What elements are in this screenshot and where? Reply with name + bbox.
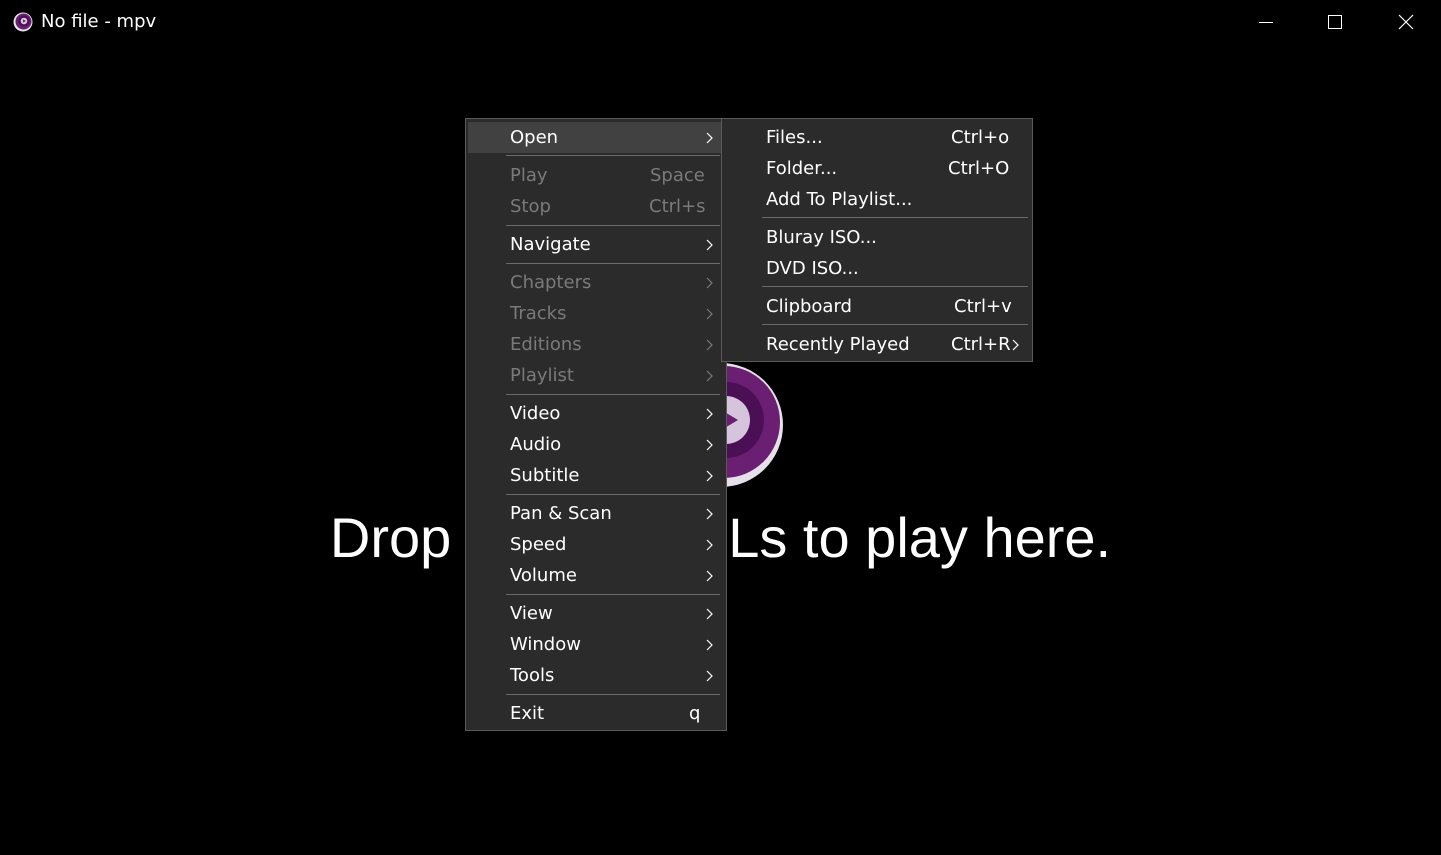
menu-item-label: Open [510,127,559,148]
menu-item-label: Bluray ISO... [766,227,877,248]
menu-item-tracks[interactable]: Tracks [468,298,722,329]
menu-item-label: Files... [766,127,823,148]
menu-item-label: Play [510,165,548,186]
menu-item-open[interactable]: Open [468,122,722,153]
menu-separator [506,594,720,595]
mpv-window: No file - mpv Drop files or URLs to play… [0,0,1441,855]
menu-item-play[interactable]: Play Space [468,160,722,191]
chevron-right-icon [706,370,713,382]
chevron-right-icon [706,570,713,582]
menu-item-view[interactable]: View [468,598,722,629]
chevron-right-icon [706,508,713,520]
chevron-right-icon [706,470,713,482]
menu-item-label: Tools [510,665,555,686]
maximize-icon [1328,15,1342,29]
chevron-right-icon [706,132,713,144]
menu-item-label: Playlist [510,365,574,386]
menu-separator [762,286,1028,287]
chevron-right-icon [706,308,713,320]
menu-item-dvd-iso[interactable]: DVD ISO... [724,253,1028,284]
window-title: No file - mpv [41,11,157,32]
menu-item-shortcut: Ctrl+R [951,334,1011,355]
menu-item-shortcut: Ctrl+o [951,127,1010,148]
menu-item-label: Folder... [766,158,838,179]
menu-item-tools[interactable]: Tools [468,660,722,691]
open-submenu: Files... Ctrl+o Folder... Ctrl+O Add To … [721,118,1033,362]
menu-item-clipboard[interactable]: Clipboard Ctrl+v [724,291,1028,322]
menu-item-playlist[interactable]: Playlist [468,360,722,391]
menu-item-label: Add To Playlist... [766,189,913,210]
menu-item-label: Pan & Scan [510,503,612,524]
menu-item-recently-played[interactable]: Recently Played Ctrl+R [724,329,1028,360]
menu-item-label: Tracks [510,303,567,324]
menu-item-window[interactable]: Window [468,629,722,660]
menu-item-shortcut: Ctrl+s [649,196,706,217]
close-icon [1398,14,1414,30]
chevron-right-icon [706,339,713,351]
chevron-right-icon [706,639,713,651]
menu-item-label: Exit [510,703,545,724]
maximize-button[interactable] [1300,0,1370,44]
menu-separator [506,155,720,156]
menu-item-subtitle[interactable]: Subtitle [468,460,722,491]
chevron-right-icon [706,539,713,551]
menu-item-label: Navigate [510,234,591,255]
menu-item-label: View [510,603,553,624]
menu-item-shortcut: q [689,703,701,724]
minimize-icon [1259,22,1273,23]
menu-item-folder[interactable]: Folder... Ctrl+O [724,153,1028,184]
menu-separator [506,225,720,226]
menu-item-label: Clipboard [766,296,852,317]
menu-item-editions[interactable]: Editions [468,329,722,360]
context-menu: Open Play Space Stop Ctrl+s Navigate Cha… [465,118,727,731]
title-bar[interactable]: No file - mpv [0,0,1441,44]
menu-item-label: Audio [510,434,562,455]
menu-item-add-to-playlist[interactable]: Add To Playlist... [724,184,1028,215]
chevron-right-icon [706,277,713,289]
menu-separator [506,694,720,695]
menu-item-exit[interactable]: Exit q [468,698,722,729]
menu-separator [762,324,1028,325]
menu-item-label: Recently Played [766,334,910,355]
mpv-logo-icon [13,12,33,32]
menu-item-label: Editions [510,334,582,355]
menu-item-label: Stop [510,196,551,217]
menu-item-label: Window [510,634,581,655]
menu-item-shortcut: Space [650,165,705,186]
menu-separator [506,394,720,395]
menu-item-navigate[interactable]: Navigate [468,229,722,260]
menu-item-label: Volume [510,565,577,586]
menu-item-bluray-iso[interactable]: Bluray ISO... [724,222,1028,253]
chevron-right-icon [706,408,713,420]
chevron-right-icon [706,670,713,682]
chevron-right-icon [1012,339,1019,351]
menu-item-label: DVD ISO... [766,258,859,279]
menu-separator [506,494,720,495]
close-button[interactable] [1371,0,1441,44]
menu-item-label: Subtitle [510,465,580,486]
menu-item-label: Speed [510,534,567,555]
menu-item-chapters[interactable]: Chapters [468,267,722,298]
menu-item-label: Chapters [510,272,592,293]
minimize-button[interactable] [1231,0,1301,44]
menu-item-shortcut: Ctrl+O [948,158,1010,179]
menu-item-audio[interactable]: Audio [468,429,722,460]
menu-separator [762,217,1028,218]
menu-item-video[interactable]: Video [468,398,722,429]
menu-item-volume[interactable]: Volume [468,560,722,591]
menu-item-speed[interactable]: Speed [468,529,722,560]
chevron-right-icon [706,239,713,251]
menu-item-stop[interactable]: Stop Ctrl+s [468,191,722,222]
menu-item-pan-scan[interactable]: Pan & Scan [468,498,722,529]
chevron-right-icon [706,608,713,620]
menu-separator [506,263,720,264]
menu-item-files[interactable]: Files... Ctrl+o [724,122,1028,153]
menu-item-label: Video [510,403,561,424]
chevron-right-icon [706,439,713,451]
menu-item-shortcut: Ctrl+v [954,296,1012,317]
